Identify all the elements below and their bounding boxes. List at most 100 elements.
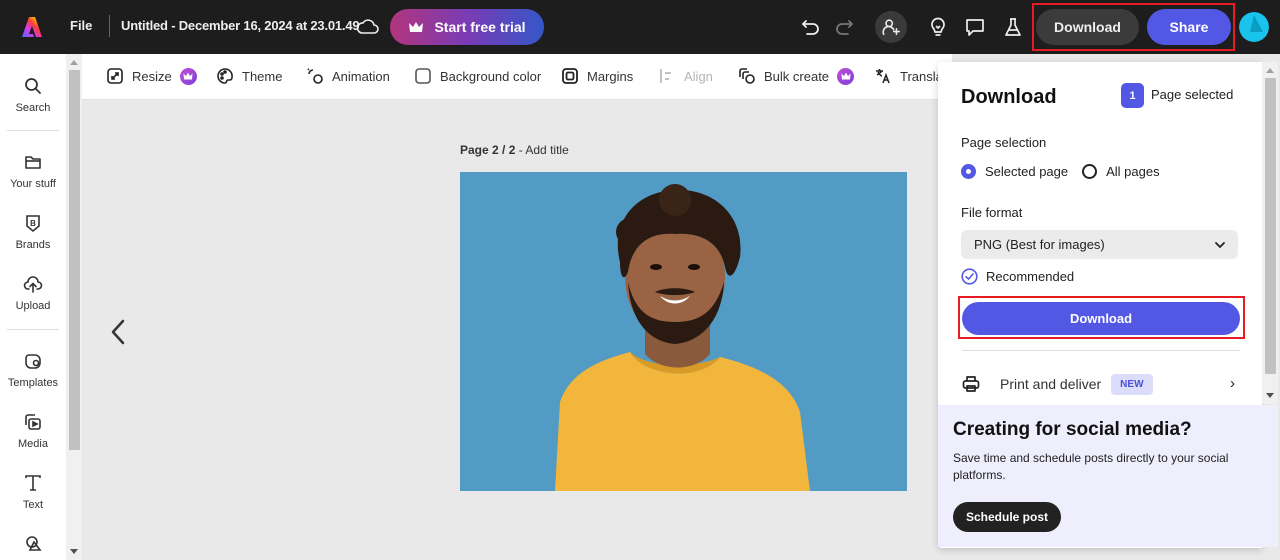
- selected-count-badge: 1: [1121, 83, 1144, 108]
- tool-theme[interactable]: Theme: [216, 67, 282, 85]
- tool-animation[interactable]: Animation: [306, 67, 390, 85]
- tool-bulk-create[interactable]: Bulk create: [738, 67, 855, 85]
- scrollbar-thumb[interactable]: [69, 70, 80, 450]
- previous-page-chevron-icon[interactable]: [106, 316, 130, 348]
- rail-item-search[interactable]: Search: [0, 76, 66, 114]
- printer-icon: [962, 376, 980, 392]
- tool-resize[interactable]: Resize: [106, 67, 197, 85]
- tool-label: Bulk create: [764, 68, 830, 84]
- panel-divider: [962, 350, 1240, 351]
- tool-label: Theme: [242, 68, 283, 84]
- tool-label: Animation: [332, 68, 390, 84]
- file-format-value: PNG (Best for images): [974, 237, 1105, 252]
- tool-label: Background color: [440, 68, 542, 84]
- avatar[interactable]: [1239, 12, 1269, 42]
- animation-icon: [307, 68, 323, 84]
- panel-title: Download: [961, 86, 1057, 108]
- share-button[interactable]: Share: [1147, 9, 1231, 45]
- svg-text:B: B: [30, 219, 36, 228]
- rail-item-templates[interactable]: Templates: [0, 351, 66, 389]
- top-bar: File Untitled - December 16, 2024 at 23.…: [0, 0, 1280, 54]
- redo-icon[interactable]: [833, 16, 855, 38]
- lightbulb-icon[interactable]: [927, 16, 949, 38]
- upload-cloud-icon: [23, 276, 43, 293]
- scroll-up-arrow-icon[interactable]: [70, 60, 78, 65]
- scroll-down-arrow-icon[interactable]: [1266, 393, 1274, 398]
- tool-translate[interactable]: Translat: [874, 67, 946, 85]
- print-label: Print and deliver: [1000, 376, 1102, 392]
- left-rail: Search Your stuff B Brands Upload Templa…: [0, 54, 66, 560]
- start-free-trial-button[interactable]: Start free trial: [390, 9, 544, 45]
- premium-crown-icon: [837, 67, 855, 85]
- templates-icon: [25, 354, 41, 369]
- rail-label-brands: Brands: [15, 239, 51, 251]
- background-color-icon: [415, 68, 431, 84]
- brand-icon: B: [26, 215, 40, 233]
- download-button[interactable]: Download: [962, 302, 1240, 335]
- flask-icon[interactable]: [1002, 16, 1024, 38]
- rail-label-upload: Upload: [15, 300, 51, 312]
- add-title-link[interactable]: - Add title: [515, 143, 569, 157]
- comment-icon[interactable]: [964, 16, 986, 38]
- premium-crown-icon: [179, 67, 197, 85]
- page-label[interactable]: Page 2 / 2 - Add title: [460, 143, 569, 157]
- recommended-label: Recommended: [986, 269, 1075, 284]
- rail-item-brands[interactable]: B Brands: [0, 213, 66, 251]
- rail-item-upload[interactable]: Upload: [0, 274, 66, 312]
- file-format-select[interactable]: PNG (Best for images): [961, 230, 1238, 259]
- rail-item-your-stuff[interactable]: Your stuff: [0, 152, 66, 190]
- rail-item-shapes[interactable]: [0, 534, 66, 560]
- radio-unchecked-icon: [1082, 164, 1098, 179]
- promo-text: Save time and schedule posts directly to…: [953, 451, 1229, 482]
- radio-label: Selected page: [985, 164, 1069, 179]
- margins-icon: [562, 68, 578, 84]
- tool-label: Resize: [132, 68, 172, 84]
- rail-item-text[interactable]: Text: [0, 473, 66, 511]
- media-icon: [25, 414, 41, 430]
- design-toolbar: Resize Theme Animation Background color …: [82, 54, 952, 100]
- print-and-deliver-row[interactable]: Print and deliver NEW ›: [961, 372, 1239, 396]
- new-badge: NEW: [1111, 373, 1153, 395]
- scrollbar-thumb[interactable]: [1265, 78, 1276, 374]
- rail-scrollbar[interactable]: [66, 54, 82, 560]
- artboard-image[interactable]: [460, 172, 907, 491]
- page-number: Page 2 / 2: [460, 143, 516, 157]
- crown-icon: [409, 22, 424, 32]
- tool-background-color[interactable]: Background color: [414, 67, 541, 85]
- tool-align[interactable]: Align: [658, 67, 713, 85]
- add-user-icon: [882, 19, 900, 36]
- radio-label: All pages: [1106, 164, 1160, 179]
- undo-icon[interactable]: [800, 16, 822, 38]
- rail-label-search: Search: [15, 102, 51, 114]
- download-button-top[interactable]: Download: [1036, 9, 1139, 45]
- radio-all-pages[interactable]: All pages: [1082, 164, 1160, 179]
- page-selection-radios: Selected page All pages: [961, 164, 1160, 179]
- align-icon: [660, 69, 671, 83]
- document-title[interactable]: Untitled - December 16, 2024 at 23.01.49: [121, 18, 360, 33]
- check-circle-icon: [961, 268, 978, 285]
- rail-divider: [7, 130, 59, 131]
- start-free-trial-label: Start free trial: [434, 19, 526, 35]
- search-icon: [25, 78, 41, 94]
- radio-selected-page[interactable]: Selected page: [961, 164, 1068, 179]
- text-icon: [25, 475, 41, 491]
- chevron-down-icon: [1215, 241, 1225, 248]
- folder-icon: [25, 156, 41, 169]
- portrait-photo: [460, 172, 907, 491]
- file-format-label: File format: [961, 205, 1023, 220]
- rail-divider: [7, 329, 59, 330]
- rail-label-media: Media: [18, 438, 48, 450]
- resize-icon: [107, 68, 123, 84]
- page-selection-label: Page selection: [961, 135, 1047, 150]
- promo-title: Creating for social media?: [953, 419, 1192, 440]
- scroll-down-arrow-icon[interactable]: [70, 549, 78, 554]
- schedule-post-button[interactable]: Schedule post: [953, 502, 1061, 532]
- rail-item-media[interactable]: Media: [0, 412, 66, 450]
- file-menu[interactable]: File: [70, 18, 92, 33]
- panel-scrollbar[interactable]: [1262, 62, 1278, 404]
- tool-margins[interactable]: Margins: [561, 67, 633, 85]
- adobe-express-logo[interactable]: [20, 15, 44, 39]
- invite-button[interactable]: [875, 11, 907, 43]
- cloud-icon[interactable]: [356, 15, 380, 37]
- scroll-up-arrow-icon[interactable]: [1266, 68, 1274, 73]
